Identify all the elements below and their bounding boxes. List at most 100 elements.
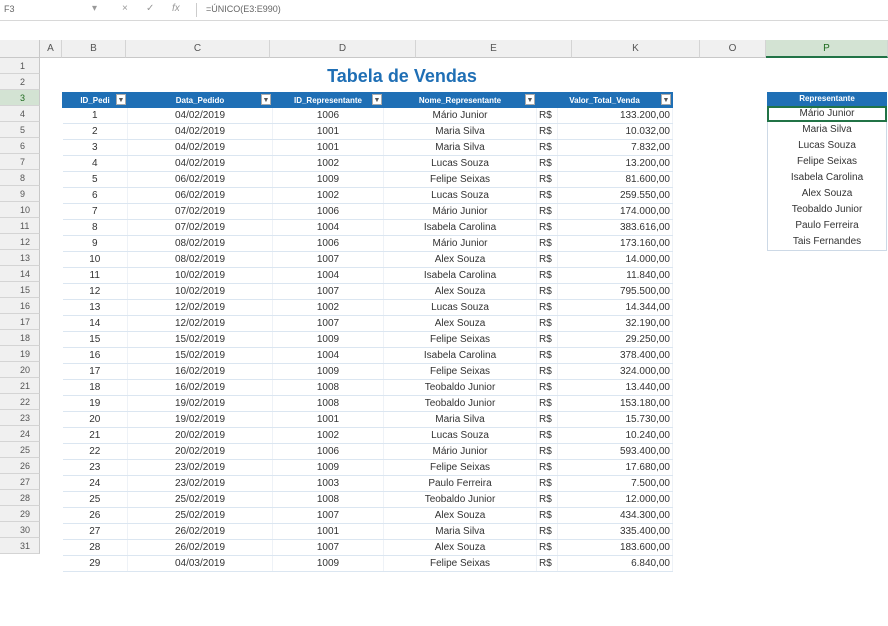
- currency-cell[interactable]: R$: [536, 363, 558, 380]
- row-header[interactable]: 29: [0, 506, 40, 522]
- table-cell[interactable]: 1002: [272, 427, 384, 444]
- table-cell[interactable]: Alex Souza: [383, 315, 537, 332]
- table-cell[interactable]: 1009: [272, 555, 384, 572]
- value-cell[interactable]: 133.200,00: [557, 107, 673, 124]
- value-cell[interactable]: 10.240,00: [557, 427, 673, 444]
- cancel-icon[interactable]: ×: [122, 3, 128, 14]
- representative-item[interactable]: Isabela Carolina: [767, 170, 887, 186]
- table-cell[interactable]: Felipe Seixas: [383, 363, 537, 380]
- table-cell[interactable]: 06/02/2019: [127, 187, 273, 204]
- table-cell[interactable]: 1008: [272, 395, 384, 412]
- table-cell[interactable]: 1004: [272, 267, 384, 284]
- column-header[interactable]: A: [40, 40, 62, 58]
- table-cell[interactable]: 23/02/2019: [127, 475, 273, 492]
- table-cell[interactable]: 26/02/2019: [127, 523, 273, 540]
- table-cell[interactable]: 1006: [272, 203, 384, 220]
- table-cell[interactable]: 12/02/2019: [127, 315, 273, 332]
- row-header[interactable]: 3: [0, 90, 40, 106]
- header-valor-total[interactable]: Valor_Total_Venda ▼: [536, 92, 673, 108]
- table-cell[interactable]: Felipe Seixas: [383, 459, 537, 476]
- table-cell[interactable]: 8: [62, 219, 128, 236]
- row-header[interactable]: 8: [0, 170, 40, 186]
- table-cell[interactable]: 25: [62, 491, 128, 508]
- table-cell[interactable]: 16/02/2019: [127, 379, 273, 396]
- table-cell[interactable]: 25/02/2019: [127, 507, 273, 524]
- table-cell[interactable]: Mário Junior: [383, 443, 537, 460]
- currency-cell[interactable]: R$: [536, 427, 558, 444]
- table-cell[interactable]: 23: [62, 459, 128, 476]
- table-cell[interactable]: Isabela Carolina: [383, 347, 537, 364]
- table-cell[interactable]: 15/02/2019: [127, 347, 273, 364]
- currency-cell[interactable]: R$: [536, 155, 558, 172]
- table-cell[interactable]: 20/02/2019: [127, 427, 273, 444]
- row-header[interactable]: 10: [0, 202, 40, 218]
- currency-cell[interactable]: R$: [536, 379, 558, 396]
- table-cell[interactable]: 08/02/2019: [127, 235, 273, 252]
- value-cell[interactable]: 10.032,00: [557, 123, 673, 140]
- table-cell[interactable]: 22: [62, 443, 128, 460]
- table-cell[interactable]: 15: [62, 331, 128, 348]
- table-cell[interactable]: 13: [62, 299, 128, 316]
- representative-item[interactable]: Alex Souza: [767, 186, 887, 202]
- table-cell[interactable]: 1008: [272, 379, 384, 396]
- value-cell[interactable]: 32.190,00: [557, 315, 673, 332]
- table-cell[interactable]: 1007: [272, 283, 384, 300]
- table-cell[interactable]: Lucas Souza: [383, 187, 537, 204]
- table-cell[interactable]: Mário Junior: [383, 203, 537, 220]
- value-cell[interactable]: 795.500,00: [557, 283, 673, 300]
- row-header[interactable]: 4: [0, 106, 40, 122]
- table-cell[interactable]: 16: [62, 347, 128, 364]
- column-header[interactable]: E: [416, 40, 572, 58]
- table-cell[interactable]: Maria Silva: [383, 123, 537, 140]
- row-header[interactable]: 18: [0, 330, 40, 346]
- table-cell[interactable]: 15/02/2019: [127, 331, 273, 348]
- table-cell[interactable]: 2: [62, 123, 128, 140]
- row-header[interactable]: 7: [0, 154, 40, 170]
- row-header[interactable]: 6: [0, 138, 40, 154]
- table-cell[interactable]: Alex Souza: [383, 507, 537, 524]
- value-cell[interactable]: 324.000,00: [557, 363, 673, 380]
- table-cell[interactable]: 29: [62, 555, 128, 572]
- header-id-pedido[interactable]: ID_Pedi ▼: [62, 92, 128, 108]
- table-cell[interactable]: 1007: [272, 539, 384, 556]
- table-cell[interactable]: Alex Souza: [383, 283, 537, 300]
- value-cell[interactable]: 335.400,00: [557, 523, 673, 540]
- table-cell[interactable]: 26/02/2019: [127, 539, 273, 556]
- column-header[interactable]: K: [572, 40, 700, 58]
- table-cell[interactable]: Felipe Seixas: [383, 331, 537, 348]
- table-cell[interactable]: 1004: [272, 219, 384, 236]
- representative-item[interactable]: Tais Fernandes: [767, 234, 887, 251]
- currency-cell[interactable]: R$: [536, 331, 558, 348]
- row-header[interactable]: 16: [0, 298, 40, 314]
- value-cell[interactable]: 81.600,00: [557, 171, 673, 188]
- value-cell[interactable]: 174.000,00: [557, 203, 673, 220]
- row-header[interactable]: 17: [0, 314, 40, 330]
- table-cell[interactable]: 12/02/2019: [127, 299, 273, 316]
- value-cell[interactable]: 15.730,00: [557, 411, 673, 428]
- table-cell[interactable]: 16/02/2019: [127, 363, 273, 380]
- value-cell[interactable]: 173.160,00: [557, 235, 673, 252]
- row-header[interactable]: 31: [0, 538, 40, 554]
- table-cell[interactable]: 1007: [272, 507, 384, 524]
- table-cell[interactable]: 1001: [272, 123, 384, 140]
- value-cell[interactable]: 29.250,00: [557, 331, 673, 348]
- table-cell[interactable]: Mário Junior: [383, 107, 537, 124]
- table-cell[interactable]: 1001: [272, 523, 384, 540]
- table-cell[interactable]: 07/02/2019: [127, 219, 273, 236]
- table-cell[interactable]: 07/02/2019: [127, 203, 273, 220]
- representatives-header[interactable]: Representante: [767, 92, 887, 106]
- table-cell[interactable]: 28: [62, 539, 128, 556]
- table-cell[interactable]: Lucas Souza: [383, 427, 537, 444]
- value-cell[interactable]: 12.000,00: [557, 491, 673, 508]
- table-cell[interactable]: 10: [62, 251, 128, 268]
- table-cell[interactable]: 1009: [272, 363, 384, 380]
- table-cell[interactable]: Felipe Seixas: [383, 555, 537, 572]
- row-header[interactable]: 5: [0, 122, 40, 138]
- table-cell[interactable]: Lucas Souza: [383, 155, 537, 172]
- table-cell[interactable]: 1009: [272, 331, 384, 348]
- row-header[interactable]: 26: [0, 458, 40, 474]
- value-cell[interactable]: 14.344,00: [557, 299, 673, 316]
- table-cell[interactable]: 1006: [272, 107, 384, 124]
- value-cell[interactable]: 153.180,00: [557, 395, 673, 412]
- currency-cell[interactable]: R$: [536, 299, 558, 316]
